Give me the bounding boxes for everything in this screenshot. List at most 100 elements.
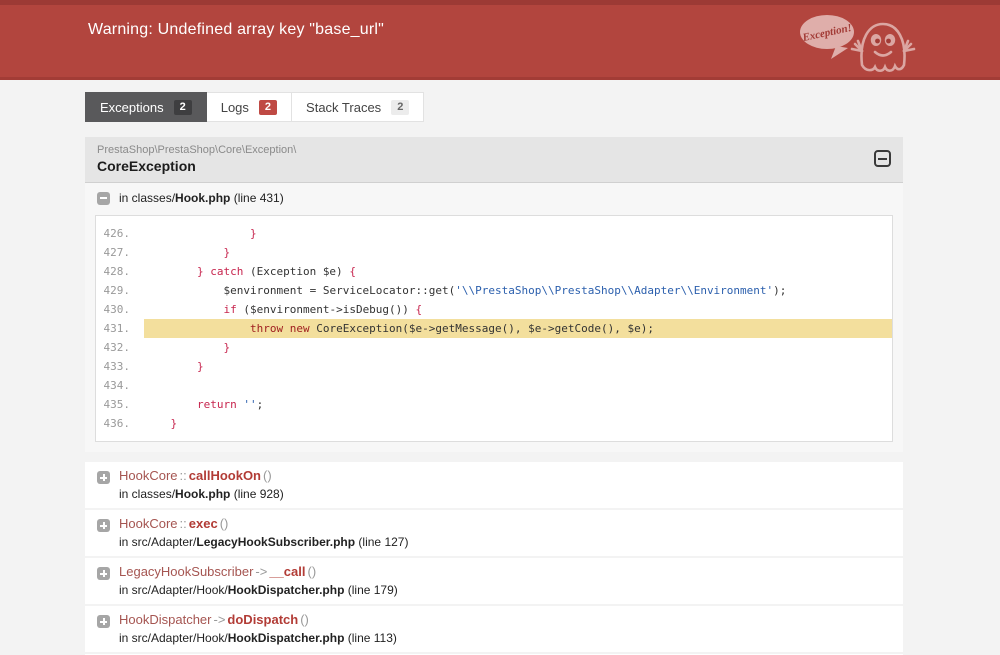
code-line: 435. return '';: [96, 395, 892, 414]
trace-operator: ->: [213, 612, 226, 627]
collapse-exception-button[interactable]: [874, 150, 891, 167]
code-text: } catch (Exception $e) {: [144, 262, 892, 281]
trace-item: HookDispatcher -> doDispatch() in src/Adapt…: [85, 606, 903, 652]
trace-file-name: HookDispatcher.php: [227, 631, 345, 645]
exception-page-content: PrestaShop\PrestaShop\Core\Exception\ Co…: [85, 137, 903, 655]
code-token: }: [170, 417, 178, 430]
location-line: (line 431): [230, 191, 284, 205]
code-line: 431. throw new CoreException($e->getMess…: [96, 319, 892, 338]
code-token: }: [249, 227, 257, 240]
speech-bubble: Exception!: [800, 15, 854, 59]
line-number: 436.: [103, 417, 131, 430]
code-token: $environment = ServiceLocator::get(: [223, 284, 456, 297]
code-token: ($environment->isDebug()): [236, 303, 416, 316]
trace-item: HookCore:: exec() in src/Adapter/LegacyHoo…: [85, 510, 903, 556]
trace-file-location: in src/Adapter/Hook/HookDispatcher.php (…: [119, 631, 891, 645]
code-token: {: [349, 265, 356, 278]
trace-parens: (): [307, 564, 317, 579]
trace-call: LegacyHookSubscriber -> __call(): [119, 564, 891, 580]
exception-panel: PrestaShop\PrestaShop\Core\Exception\ Co…: [85, 137, 903, 452]
code-token: (Exception $e): [243, 265, 350, 278]
trace-file-prefix: in src/Adapter/Hook/: [119, 583, 228, 597]
tab-exceptions[interactable]: Exceptions 2: [85, 92, 207, 122]
trace-file-prefix: in classes/: [119, 487, 176, 501]
code-line: 429. $environment = ServiceLocator::get(…: [96, 281, 892, 300]
trace-call: HookDispatcher -> doDispatch(): [119, 612, 891, 628]
code-token: throw new: [249, 322, 317, 335]
tab-logs[interactable]: Logs 2: [206, 92, 293, 122]
trace-method-name: callHookOn: [188, 468, 262, 483]
code-text: }: [144, 414, 892, 433]
trace-file-location: in classes/Hook.php (line 928): [119, 487, 891, 501]
location-file: Hook.php: [175, 191, 231, 205]
trace-file-prefix: in src/Adapter/Hook/: [119, 631, 228, 645]
expand-trace-icon[interactable]: [97, 615, 110, 628]
code-text: return '';: [144, 395, 892, 414]
trace-parens: (): [219, 516, 229, 531]
trace-operator: ->: [255, 564, 268, 579]
location-text: in classes/Hook.php (line 431): [119, 191, 284, 205]
line-number: 429.: [103, 284, 131, 297]
trace-operator: ::: [179, 516, 187, 531]
trace-parens: (): [263, 468, 272, 483]
code-token: ;: [256, 398, 264, 411]
code-text: }: [144, 224, 892, 243]
code-line: 432. }: [96, 338, 892, 357]
code-token: {: [415, 303, 423, 316]
trace-file-name: Hook.php: [175, 487, 231, 501]
collapse-code-icon[interactable]: [97, 191, 110, 205]
code-token: );: [773, 284, 787, 297]
line-number: 432.: [103, 341, 131, 354]
line-number: 426.: [103, 227, 131, 240]
trace-operator: ::: [179, 468, 187, 483]
line-number: 430.: [103, 303, 131, 316]
trace-item: LegacyHookSubscriber -> __call()in src/Ada…: [85, 558, 903, 604]
code-token: }: [196, 360, 204, 373]
tab-bar: Exceptions 2 Logs 2 Stack Traces 2: [85, 92, 1000, 122]
trace-call: HookCore:: callHookOn(): [119, 468, 891, 484]
trace-line-number: (line 928): [230, 487, 284, 501]
code-token: }: [223, 246, 231, 259]
tab-count-badge: 2: [391, 99, 410, 115]
line-number: 435.: [103, 398, 131, 411]
code-text: $environment = ServiceLocator::get('\\Pr…: [144, 281, 892, 300]
code-token: if: [223, 303, 237, 316]
trace-file-name: LegacyHookSubscriber.php: [196, 535, 356, 549]
trace-class-name: LegacyHookSubscriber: [119, 564, 254, 579]
code-text: }: [144, 338, 892, 357]
trace-class-name: HookCore: [119, 516, 178, 531]
location-prefix: in classes/: [119, 191, 176, 205]
exception-ghost-mascot: Exception!: [800, 15, 916, 73]
code-line: 428. } catch (Exception $e) {: [96, 262, 892, 281]
stack-trace-list: HookCore:: callHookOn() in classes/Hook.ph…: [85, 462, 903, 655]
code-text: if ($environment->isDebug()) {: [144, 300, 892, 319]
code-line: 426. }: [96, 224, 892, 243]
tab-stack-traces[interactable]: Stack Traces 2: [292, 92, 425, 122]
code-line: 433. }: [96, 357, 892, 376]
exception-class: CoreException: [97, 158, 196, 174]
trace-file-location: in src/Adapter/Hook/HookDispatcher.php (…: [119, 583, 891, 597]
trace-method-name: __call: [269, 564, 306, 579]
expand-trace-icon[interactable]: [97, 471, 110, 484]
expand-trace-icon[interactable]: [97, 567, 110, 580]
code-token: return: [196, 398, 237, 411]
code-text: }: [144, 357, 892, 376]
code-line: 436. }: [96, 414, 892, 433]
trace-line-number: (line 179): [344, 583, 398, 597]
code-token: '\\PrestaShop\\PrestaShop\\Adapter\\Envi…: [455, 284, 774, 297]
tab-count-badge: 2: [258, 99, 278, 115]
trace-class-name: HookCore: [119, 468, 178, 483]
trace-line-number: (line 127): [355, 535, 409, 549]
highlighted-code-text: throw new CoreException($e->getMessage()…: [144, 319, 892, 338]
line-number: 434.: [103, 379, 131, 392]
trace-call: HookCore:: exec(): [119, 516, 891, 532]
expand-trace-icon[interactable]: [97, 519, 110, 532]
